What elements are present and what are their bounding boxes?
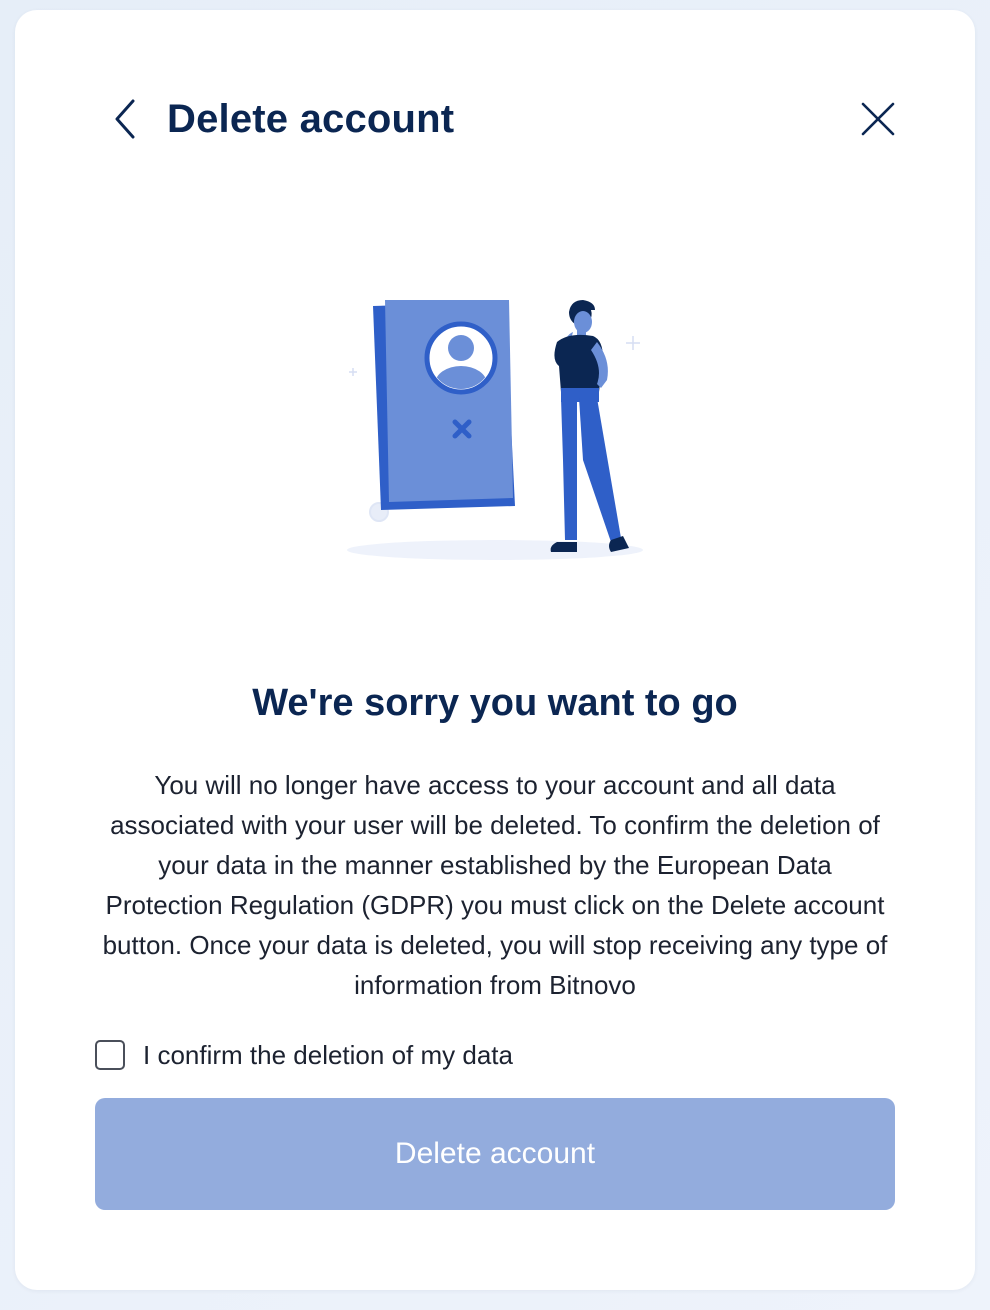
deletion-description: You will no longer have access to your a… (102, 770, 888, 1000)
delete-account-button[interactable]: Delete account (95, 1098, 895, 1210)
back-button[interactable] (107, 96, 143, 142)
confirm-checkbox[interactable] (95, 1040, 125, 1070)
delete-account-modal: Delete account We're sorry you want to g… (15, 10, 975, 1290)
close-icon (861, 102, 895, 136)
sorry-headline: We're sorry you want to go (252, 682, 738, 724)
chevron-left-icon (115, 99, 135, 139)
confirm-deletion-row[interactable]: I confirm the deletion of my data (95, 1030, 513, 1080)
delete-account-illustration (347, 300, 643, 560)
confirm-label: I confirm the deletion of my data (143, 1039, 513, 1070)
page-title: Delete account (167, 97, 455, 141)
modal-header: Delete account (15, 10, 975, 230)
close-button[interactable] (857, 98, 899, 140)
